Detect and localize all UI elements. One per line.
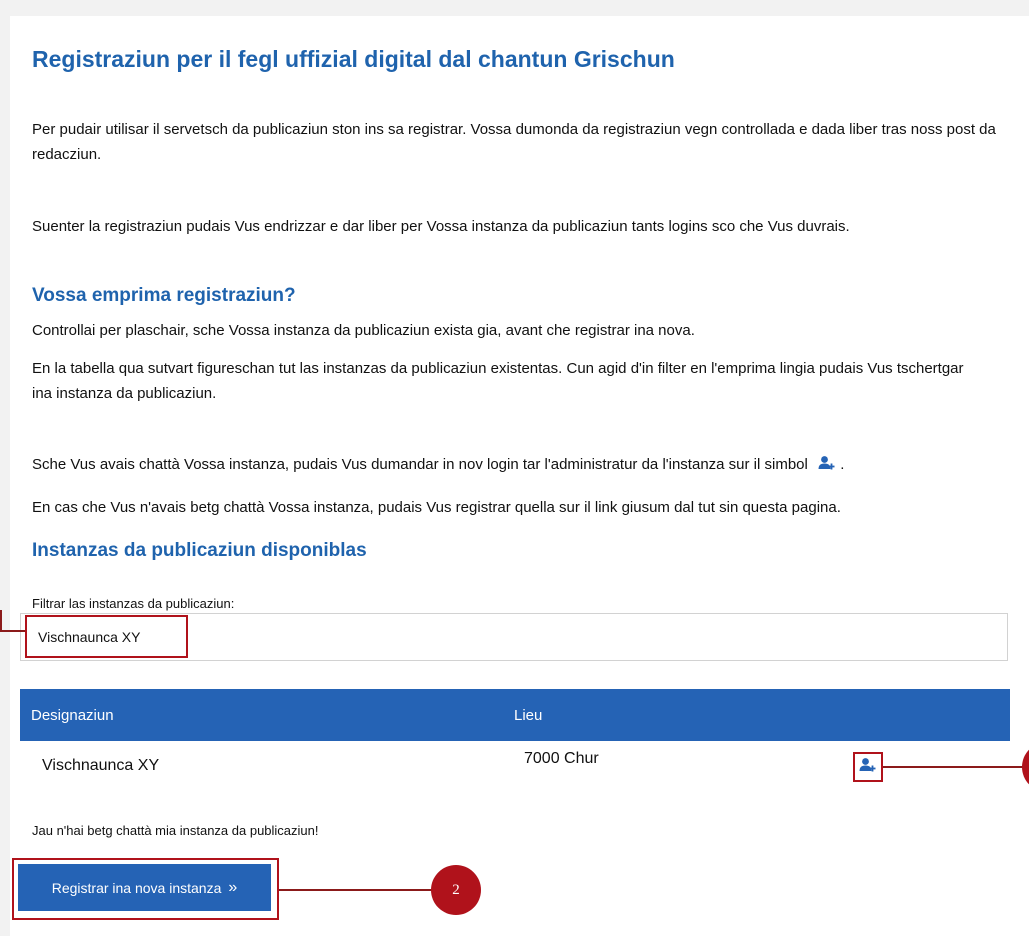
first-registration-text-1: Controllai per plaschair, sche Vossa ins… [32,322,695,339]
table-header: Designaziun Lieu [20,689,1010,741]
first-registration-heading: Vossa emprima registraziun? [32,285,296,306]
intro-paragraph-2: Suenter la registraziun pudais Vus endri… [32,218,850,235]
callout-line-icon [883,766,1029,768]
instances-heading: Instanzas da publicaziun disponiblas [32,540,367,561]
double-chevron-right-icon: » [228,878,238,896]
page-title: Registraziun per il fegl uffizial digita… [32,46,675,72]
callout-line-button [279,889,432,891]
callout-marker-2: 2 [431,865,481,915]
symbol-hint-text: Sche Vus avais chattà Vossa instanza, pu… [32,456,808,473]
not-found-text: Jau n'hai betg chattà mia instanza da pu… [32,823,319,838]
intro-paragraph-1: Per pudair utilisar il servetsch da publ… [32,121,996,163]
symbol-hint-end: . [840,456,845,473]
request-login-button[interactable] [853,752,883,782]
table-cell-name: Vischnaunca XY [42,757,160,774]
column-header-designation: Designaziun [31,707,114,724]
register-new-instance-button[interactable]: Registrar ina nova instanza » [18,864,271,911]
filter-highlight-box [25,615,188,658]
first-registration-text-3: Sche Vus avais chattà Vossa instanza, pu… [32,452,1007,479]
table-cell-place: 7000 Chur [524,750,599,767]
register-button-label: Registrar ina nova instanza [51,879,222,896]
first-registration-text-4: En cas che Vus n'avais betg chattà Vossa… [32,499,841,516]
add-user-icon [818,454,836,479]
callout-line-filter-vertical [0,610,2,632]
first-registration-text-2: En la tabella qua sutvart figureschan tu… [32,360,964,402]
add-user-icon [859,757,877,778]
filter-label: Filtrar las instanzas da publicaziun: [32,596,235,611]
callout-line-filter [0,630,25,632]
column-header-place: Lieu [514,707,543,724]
